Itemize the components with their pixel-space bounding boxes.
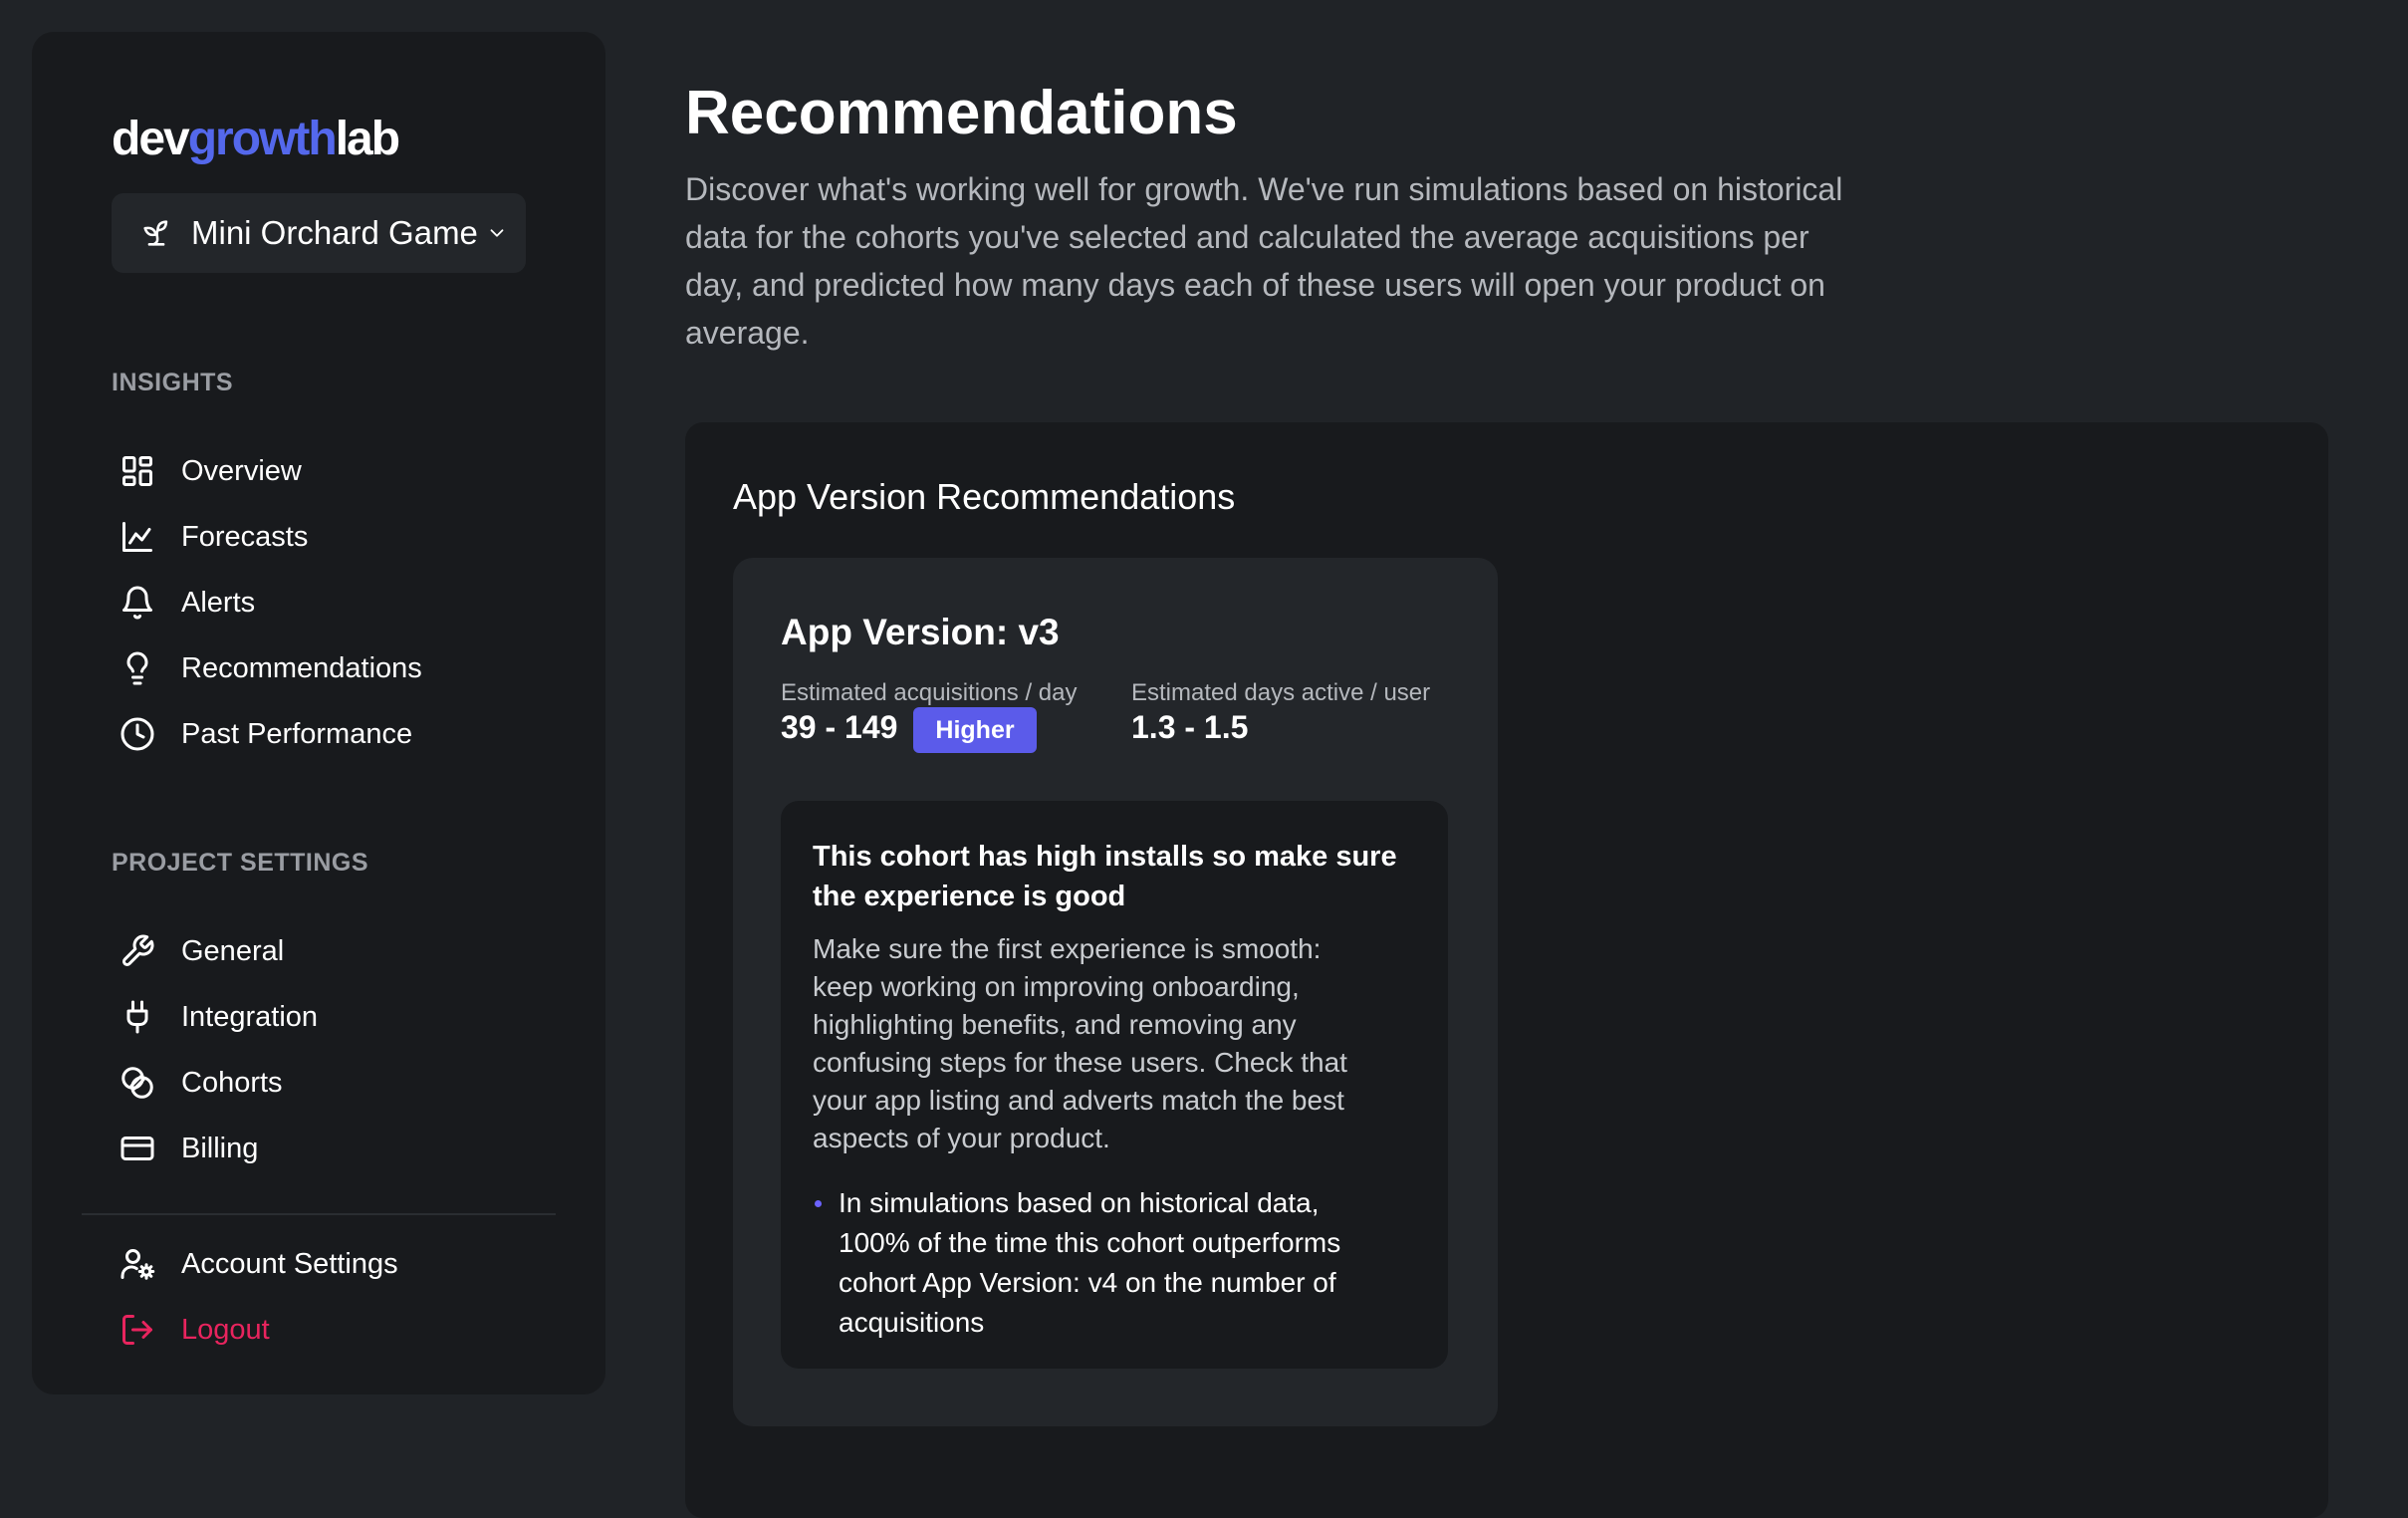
sidebar-divider	[82, 1213, 556, 1215]
bullet-icon	[815, 1200, 822, 1207]
line-chart-icon	[120, 519, 155, 555]
days-active-value: 1.3 - 1.5	[1131, 709, 1249, 745]
recommendations-panel: App Version Recommendations App Version:…	[685, 422, 2328, 1518]
sidebar-item-label: Billing	[181, 1132, 259, 1164]
sidebar-item-label: Logout	[181, 1313, 270, 1346]
app-logo[interactable]: devgrowthlab	[112, 112, 400, 166]
sidebar-item-label: Account Settings	[181, 1247, 398, 1280]
sidebar-item-billing[interactable]: Billing	[120, 1121, 258, 1176]
sidebar-item-integration[interactable]: Integration	[120, 989, 318, 1045]
credit-card-icon	[120, 1131, 155, 1166]
recommendation-card: App Version: v3 Estimated acquisitions /…	[733, 558, 1498, 1426]
sidebar-item-forecasts[interactable]: Forecasts	[120, 509, 308, 565]
acquisitions-value: 39 - 149	[781, 709, 898, 745]
sprout-icon	[143, 220, 168, 246]
sidebar-item-overview[interactable]: Overview	[120, 443, 302, 499]
sidebar-item-label: Overview	[181, 454, 302, 487]
project-settings-section-label: PROJECT SETTINGS	[112, 849, 369, 877]
grid-icon	[120, 453, 155, 489]
overlap-circles-icon	[120, 1065, 155, 1101]
wrench-icon	[120, 933, 155, 969]
sidebar-item-logout[interactable]: Logout	[120, 1302, 270, 1358]
panel-title: App Version Recommendations	[733, 476, 1236, 517]
sidebar-item-label: Forecasts	[181, 520, 309, 553]
sidebar-item-past-performance[interactable]: Past Performance	[120, 706, 412, 762]
recommendation-tip: This cohort has high installs so make su…	[781, 801, 1448, 1369]
tip-body: Make sure the first experience is smooth…	[813, 933, 1347, 1153]
sidebar-item-label: General	[181, 934, 285, 967]
sidebar-item-label: Cohorts	[181, 1066, 283, 1099]
logo-dev: dev	[112, 113, 190, 165]
tip-point-text: In simulations based on historical data,…	[839, 1187, 1341, 1338]
sidebar-item-label: Recommendations	[181, 651, 422, 684]
tip-title: This cohort has high installs so make su…	[813, 841, 1397, 912]
sidebar: devgrowthlab Mini Orchard Game INSIGHTS …	[32, 32, 605, 1394]
plug-icon	[120, 999, 155, 1035]
acquisitions-label: Estimated acquisitions / day	[781, 679, 1078, 706]
project-selector[interactable]: Mini Orchard Game	[112, 193, 526, 273]
bell-icon	[120, 585, 155, 621]
clock-icon	[120, 716, 155, 752]
logo-growth: growth	[187, 113, 338, 165]
list-item: In simulations based on historical data,…	[813, 1183, 1370, 1343]
user-gear-icon	[120, 1246, 155, 1282]
chevron-down-icon	[490, 229, 504, 237]
logo-lab: lab	[335, 113, 400, 165]
days-active-label: Estimated days active / user	[1131, 679, 1431, 706]
page-description: Discover what's working well for growth.…	[685, 171, 1843, 351]
sidebar-item-label: Past Performance	[181, 717, 413, 750]
sidebar-item-cohorts[interactable]: Cohorts	[120, 1055, 283, 1111]
status-badge: Higher	[913, 707, 1037, 753]
sidebar-item-general[interactable]: General	[120, 923, 284, 979]
page-title: Recommendations	[685, 79, 1238, 147]
sidebar-item-alerts[interactable]: Alerts	[120, 575, 255, 631]
sidebar-item-account-settings[interactable]: Account Settings	[120, 1236, 398, 1292]
sidebar-item-label: Integration	[181, 1000, 319, 1033]
sidebar-item-recommendations[interactable]: Recommendations	[120, 640, 422, 696]
lightbulb-icon	[120, 650, 155, 686]
tip-list: In simulations based on historical data,…	[813, 1183, 1416, 1343]
project-selector-value: Mini Orchard Game	[191, 214, 478, 251]
logout-icon	[120, 1312, 155, 1348]
sidebar-item-label: Alerts	[181, 586, 256, 619]
insights-section-label: INSIGHTS	[112, 369, 234, 396]
card-title: App Version: v3	[781, 612, 1060, 652]
